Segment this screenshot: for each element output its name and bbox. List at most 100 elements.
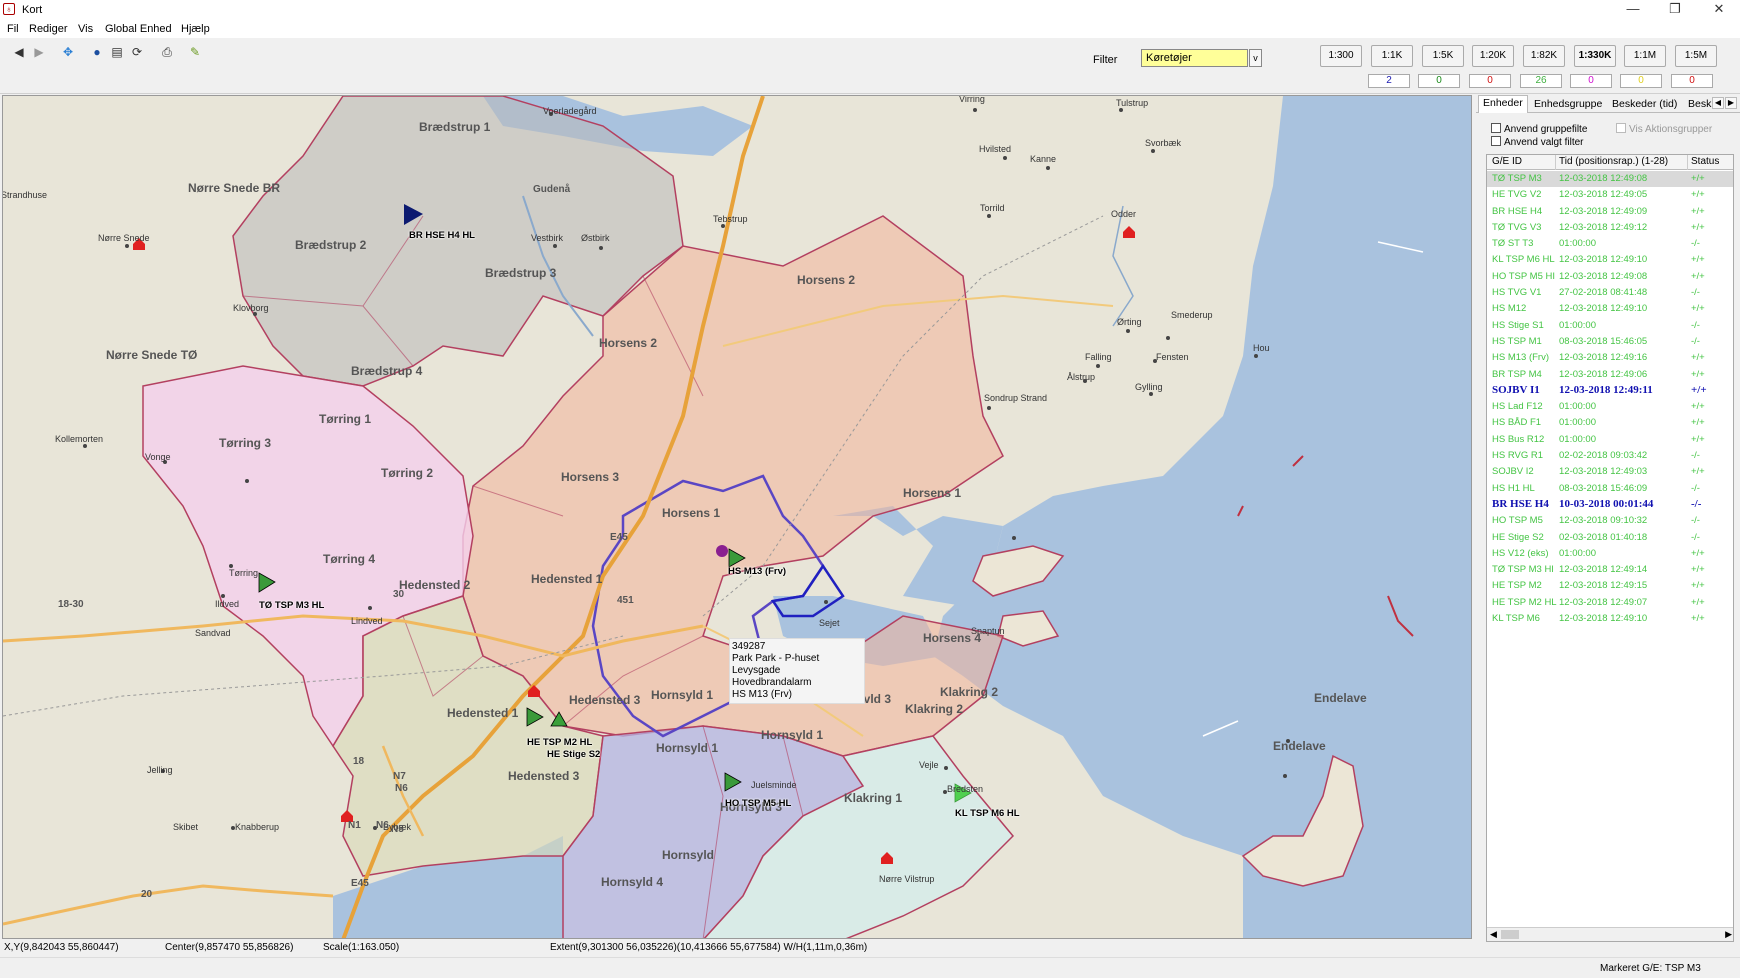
town-label: Svorbæk xyxy=(1145,138,1182,148)
table-cell: 12-03-2018 12:49:08 xyxy=(1559,270,1648,282)
table-row[interactable]: BR HSE H4 10-03-2018 00:01:44 -/- xyxy=(1487,497,1733,513)
table-row[interactable]: HE TSP M2 HL 12-03-2018 12:49:07 +/+ xyxy=(1487,595,1733,611)
region-label: Tørring 3 xyxy=(219,436,272,450)
table-cell: 12-03-2018 12:49:14 xyxy=(1559,564,1648,576)
action-groups-checkbox[interactable]: Vis Aktionsgrupper xyxy=(1616,123,1712,135)
chevron-down-icon[interactable]: v xyxy=(1249,49,1262,67)
scale-button[interactable]: 1:5M xyxy=(1675,45,1717,67)
table-row[interactable]: TØ ST T3 01:00:00 -/- xyxy=(1487,236,1733,252)
filter-dropdown[interactable]: Køretøjer xyxy=(1141,49,1248,67)
unit-label[interactable]: HE TSP M2 HL xyxy=(527,737,592,748)
scale-button[interactable]: 1:20K xyxy=(1472,45,1514,67)
window-title: Kort xyxy=(22,4,43,16)
unit-label[interactable]: HO TSP M5 HL xyxy=(725,798,791,809)
table-row[interactable]: HE TVG V2 12-03-2018 12:49:05 +/+ xyxy=(1487,187,1733,203)
horizontal-scrollbar[interactable]: ◀ ▶ xyxy=(1487,927,1733,941)
scale-button[interactable]: 1:330K xyxy=(1574,45,1616,67)
checkbox-box[interactable] xyxy=(1491,123,1501,133)
table-row[interactable]: HS M12 12-03-2018 12:49:10 +/+ xyxy=(1487,301,1733,317)
menu-edit[interactable]: Rediger xyxy=(29,23,68,35)
tab-enhedsgruppe[interactable]: Enhedsgruppe xyxy=(1530,97,1606,111)
scroll-right-icon[interactable]: ▶ xyxy=(1725,929,1732,940)
town-label: Fensten xyxy=(1156,352,1189,362)
tab-scroll-left-icon[interactable]: ◀ xyxy=(1712,97,1724,109)
table-row[interactable]: HS Stige S1 01:00:00 -/- xyxy=(1487,318,1733,334)
table-row[interactable]: SOJBV I2 12-03-2018 12:49:03 +/+ xyxy=(1487,464,1733,480)
status-count-badge: 0 xyxy=(1418,74,1460,88)
map-view[interactable]: Brædstrup 1 Nørre Snede BR Brædstrup 2 Bræd… xyxy=(2,95,1472,939)
table-cell: HS TSP M1 xyxy=(1492,335,1542,347)
table-cell: +/+ xyxy=(1691,254,1705,266)
table-row[interactable]: BR TSP M4 12-03-2018 12:49:06 +/+ xyxy=(1487,367,1733,383)
table-row[interactable]: HO TSP M5 12-03-2018 09:10:32 -/- xyxy=(1487,513,1733,529)
unit-label[interactable]: HS M13 (Frv) xyxy=(728,566,786,577)
units-table[interactable]: G/E ID Tid (positionsrap.) (1-28) Status… xyxy=(1486,154,1734,942)
close-button[interactable]: ✕ xyxy=(1696,0,1740,20)
tab-beskeder[interactable]: Beskeder (tid) xyxy=(1608,97,1681,111)
table-row[interactable]: HS M13 (Frv) 12-03-2018 12:49:16 +/+ xyxy=(1487,350,1733,366)
menu-global-unit[interactable]: Global Enhed xyxy=(105,23,172,35)
table-cell: 12-03-2018 12:49:11 xyxy=(1559,383,1653,396)
table-row[interactable]: HS BÅD F1 01:00:00 +/+ xyxy=(1487,415,1733,431)
table-row[interactable]: HS TVG V1 27-02-2018 08:41:48 -/- xyxy=(1487,285,1733,301)
table-row[interactable]: HS Bus R12 01:00:00 +/+ xyxy=(1487,432,1733,448)
scroll-thumb[interactable] xyxy=(1501,930,1519,939)
checkbox-box[interactable] xyxy=(1616,123,1626,133)
scale-button[interactable]: 1:5K xyxy=(1422,45,1464,67)
table-row[interactable]: BR HSE H4 12-03-2018 12:49:09 +/+ xyxy=(1487,204,1733,220)
table-row[interactable]: HS Lad F12 01:00:00 +/+ xyxy=(1487,399,1733,415)
selected-filter-checkbox[interactable]: Anvend valgt filter xyxy=(1491,136,1584,148)
table-row[interactable]: KL TSP M6 12-03-2018 12:49:10 +/+ xyxy=(1487,611,1733,627)
checkbox-box[interactable] xyxy=(1491,136,1501,146)
scale-button[interactable]: 1:1K xyxy=(1371,45,1413,67)
table-row[interactable]: HS V12 (eks) 01:00:00 +/+ xyxy=(1487,546,1733,562)
table-row[interactable]: HS TSP M1 08-03-2018 15:46:05 -/- xyxy=(1487,334,1733,350)
town-label: Odder xyxy=(1111,209,1137,219)
scale-button[interactable]: 1:300 xyxy=(1320,45,1362,67)
column-header[interactable]: G/E ID xyxy=(1492,156,1522,167)
refresh-icon[interactable]: ⟳ xyxy=(128,43,146,61)
ruler-icon[interactable]: ✎ xyxy=(186,43,204,61)
table-row[interactable]: TØ TVG V3 12-03-2018 12:49:12 +/+ xyxy=(1487,220,1733,236)
table-cell: 12-03-2018 12:49:08 xyxy=(1559,173,1648,184)
forward-arrow-icon[interactable]: ▶ xyxy=(30,43,48,61)
menu-help[interactable]: Hjælp xyxy=(181,23,210,35)
back-arrow-icon[interactable]: ◀ xyxy=(10,43,28,61)
table-row[interactable]: HE Stige S2 02-03-2018 01:40:18 -/- xyxy=(1487,530,1733,546)
print-icon[interactable]: ⎙ xyxy=(158,43,176,61)
table-row[interactable]: SOJBV I1 12-03-2018 12:49:11 +/+ xyxy=(1487,383,1733,399)
table-cell: 12-03-2018 12:49:09 xyxy=(1559,205,1648,217)
table-row[interactable]: HS H1 HL 08-03-2018 15:46:09 -/- xyxy=(1487,481,1733,497)
table-row[interactable]: KL TSP M6 HL 12-03-2018 12:49:10 +/+ xyxy=(1487,252,1733,268)
scale-button[interactable]: 1:1M xyxy=(1624,45,1666,67)
table-cell: -/- xyxy=(1691,515,1700,527)
title-bar: ♁ Kort — ❐ ✕ xyxy=(0,0,1740,20)
table-row[interactable]: HE TSP M2 12-03-2018 12:49:15 +/+ xyxy=(1487,578,1733,594)
column-header[interactable]: Tid (positionsrap.) (1-28) xyxy=(1559,156,1668,167)
tab-scroll-right-icon[interactable]: ▶ xyxy=(1725,97,1737,109)
table-row[interactable]: HO TSP M5 HI 12-03-2018 12:49:08 +/+ xyxy=(1487,269,1733,285)
globe-icon[interactable]: ● xyxy=(88,43,106,61)
menu-file[interactable]: Fil xyxy=(7,23,19,35)
table-row[interactable]: TØ TSP M3 12-03-2018 12:49:08 +/+ xyxy=(1487,171,1733,188)
scroll-left-icon[interactable]: ◀ xyxy=(1490,929,1497,940)
layers-icon[interactable]: ▤ xyxy=(108,43,126,61)
unit-label[interactable]: TØ TSP M3 HL xyxy=(259,600,324,611)
town-label: Knabberup xyxy=(235,822,280,832)
menu-view[interactable]: Vis xyxy=(78,23,93,35)
minimize-button[interactable]: — xyxy=(1610,0,1656,20)
table-cell: 12-03-2018 12:49:03 xyxy=(1559,466,1648,478)
column-header[interactable]: Status xyxy=(1691,156,1719,167)
unit-label[interactable]: KL TSP M6 HL xyxy=(955,808,1020,819)
tab-enheder[interactable]: Enheder xyxy=(1478,95,1528,113)
unit-label[interactable]: HE Stige S2 xyxy=(547,749,600,760)
scale-button[interactable]: 1:82K xyxy=(1523,45,1565,67)
unit-label[interactable]: BR HSE H4 HL xyxy=(409,230,475,241)
group-filter-checkbox[interactable]: Anvend gruppefilte xyxy=(1491,123,1587,135)
table-cell: HE TVG V2 xyxy=(1492,189,1542,201)
pan-icon[interactable]: ✥ xyxy=(59,43,77,61)
tab-besk[interactable]: Besk xyxy=(1684,97,1715,111)
restore-button[interactable]: ❐ xyxy=(1652,0,1698,20)
table-row[interactable]: HS RVG R1 02-02-2018 09:03:42 -/- xyxy=(1487,448,1733,464)
table-row[interactable]: TØ TSP M3 HI 12-03-2018 12:49:14 +/+ xyxy=(1487,562,1733,578)
